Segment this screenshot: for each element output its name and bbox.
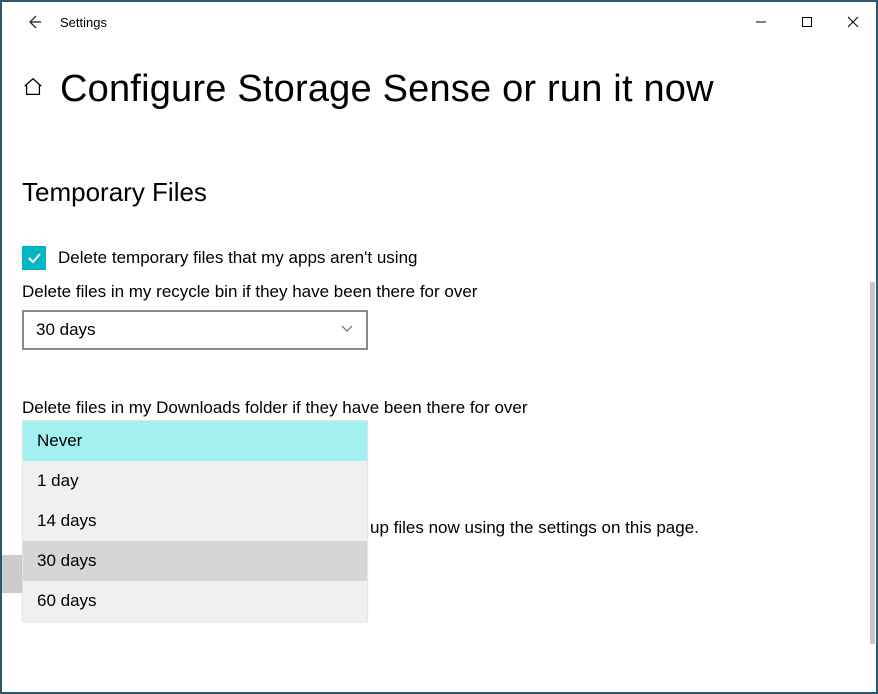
content: Configure Storage Sense or run it now Te… [2,68,876,418]
app-title: Settings [60,15,107,30]
page-title: Configure Storage Sense or run it now [60,68,714,111]
maximize-icon [801,16,813,28]
close-icon [847,16,859,28]
home-icon[interactable] [22,76,44,103]
downloads-select-dropdown[interactable]: Never1 day14 days30 days60 days [22,420,368,622]
chevron-down-icon [340,320,354,340]
header: Configure Storage Sense or run it now [22,68,856,111]
scrollbar[interactable] [870,282,875,644]
close-button[interactable] [830,2,876,42]
minimize-icon [755,16,767,28]
dropdown-option[interactable]: 14 days [23,501,367,541]
titlebar: Settings [2,2,876,42]
recycle-bin-label: Delete files in my recycle bin if they h… [22,282,856,302]
downloads-label: Delete files in my Downloads folder if t… [22,398,856,418]
window-controls [738,2,876,42]
temp-files-checkbox-row: Delete temporary files that my apps aren… [22,246,856,270]
maximize-button[interactable] [784,2,830,42]
arrow-left-icon [26,14,42,30]
back-button[interactable] [14,2,54,42]
checkmark-icon [26,250,42,266]
recycle-bin-select[interactable]: 30 days [22,310,368,350]
dropdown-option[interactable]: 30 days [23,541,367,581]
temp-files-checkbox-label: Delete temporary files that my apps aren… [58,248,417,268]
home-icon-svg [22,76,44,98]
section-title: Temporary Files [22,177,856,208]
dropdown-option[interactable]: 1 day [23,461,367,501]
freeup-hint-tail: up files now using the settings on this … [370,518,699,538]
recycle-bin-select-value: 30 days [36,320,96,340]
minimize-button[interactable] [738,2,784,42]
dropdown-option[interactable]: 60 days [23,581,367,621]
dropdown-option[interactable]: Never [23,421,367,461]
temp-files-checkbox[interactable] [22,246,46,270]
